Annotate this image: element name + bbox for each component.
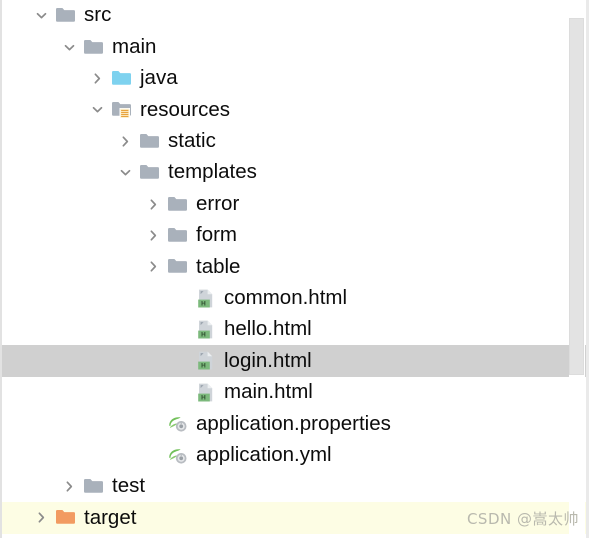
file-html-icon: H <box>195 319 216 340</box>
tree-row-label: templates <box>168 160 257 184</box>
folder-gray-icon <box>55 5 76 26</box>
tree-row[interactable]: application.properties <box>2 408 589 439</box>
chevron-right-icon[interactable] <box>145 196 162 213</box>
tree-row-label: application.properties <box>196 411 391 435</box>
watermark-text: CSDN @嵩太帅 <box>466 510 579 528</box>
file-html-icon: H <box>195 350 216 371</box>
svg-text:H: H <box>201 300 206 307</box>
tree-row-label: form <box>196 223 237 247</box>
svg-text:H: H <box>201 363 206 370</box>
svg-text:H: H <box>201 332 206 339</box>
project-tree-panel: src main java resources static templates error… <box>0 0 589 538</box>
folder-gray-icon <box>83 476 104 497</box>
tree-row-label: error <box>196 191 240 215</box>
chevron-down-icon[interactable] <box>89 101 106 118</box>
chevron-right-icon[interactable] <box>33 509 50 526</box>
tree-row-label: src <box>84 3 112 27</box>
file-html-icon: H <box>195 288 216 309</box>
tree-row-label: main <box>112 34 157 58</box>
tree-row[interactable]: templates <box>2 157 589 188</box>
tree-row-label: resources <box>140 97 231 121</box>
file-tree[interactable]: src main java resources static templates error… <box>2 0 589 534</box>
tree-row[interactable]: Hhello.html <box>2 314 589 345</box>
vertical-scrollbar-thumb[interactable] <box>569 18 584 375</box>
tree-row[interactable]: resources <box>2 94 589 125</box>
folder-gray-icon <box>167 225 188 246</box>
tree-row[interactable]: static <box>2 126 589 157</box>
tree-row[interactable]: Hcommon.html <box>2 283 589 314</box>
folder-gray-icon <box>83 37 104 58</box>
chevron-right-icon[interactable] <box>145 258 162 275</box>
chevron-right-icon[interactable] <box>117 133 134 150</box>
tree-row-label: application.yml <box>196 442 332 466</box>
folder-gray-icon <box>139 131 160 152</box>
tree-row-label: static <box>168 129 216 152</box>
tree-row-label: test <box>112 474 146 498</box>
tree-row[interactable]: src <box>2 0 589 31</box>
file-spring-icon <box>167 445 188 466</box>
tree-row[interactable]: Hmain.html <box>2 377 589 408</box>
tree-row-label: login.html <box>224 348 312 372</box>
tree-row[interactable]: table <box>2 251 589 282</box>
file-html-icon: H <box>195 382 216 403</box>
folder-gray-icon <box>139 162 160 183</box>
chevron-down-icon[interactable] <box>117 164 134 181</box>
tree-row[interactable]: error <box>2 188 589 219</box>
folder-orange-icon <box>55 507 76 528</box>
chevron-down-icon[interactable] <box>33 7 50 24</box>
tree-row-label: table <box>196 254 241 278</box>
tree-row[interactable]: java <box>2 63 589 94</box>
tree-row[interactable]: Hlogin.html <box>2 345 589 377</box>
folder-gray-icon <box>167 256 188 277</box>
chevron-right-icon[interactable] <box>61 478 78 495</box>
chevron-right-icon[interactable] <box>89 70 106 87</box>
tree-row-label: java <box>140 66 178 90</box>
tree-row-label: target <box>84 505 137 529</box>
tree-row-label: common.html <box>224 285 348 309</box>
tree-row[interactable]: main <box>2 31 589 62</box>
svg-text:H: H <box>201 394 206 401</box>
tree-row[interactable]: test <box>2 471 589 502</box>
chevron-right-icon[interactable] <box>145 227 162 244</box>
folder-gray-icon <box>167 194 188 215</box>
folder-source-blue-icon <box>111 68 132 89</box>
tree-row-label: hello.html <box>224 317 312 341</box>
folder-resources-icon <box>111 99 132 120</box>
chevron-down-icon[interactable] <box>61 39 78 56</box>
file-spring-icon <box>167 413 188 434</box>
tree-row[interactable]: application.yml <box>2 439 589 470</box>
tree-row-label: main.html <box>224 380 313 404</box>
tree-row[interactable]: form <box>2 220 589 251</box>
